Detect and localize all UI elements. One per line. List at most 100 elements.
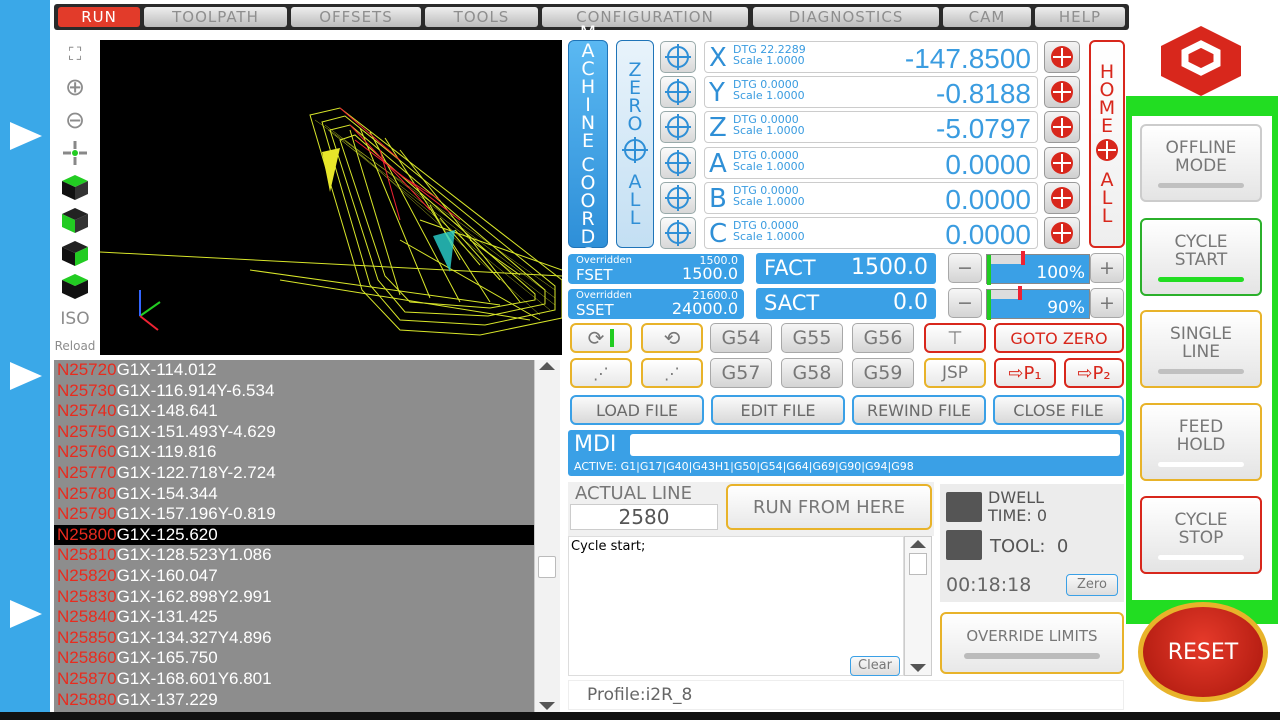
- tab-toolpath[interactable]: TOOLPATH: [144, 7, 287, 27]
- gcode-line[interactable]: N25760G1X-119.816: [54, 442, 534, 463]
- axis-dro[interactable]: A DTG 0.0000 Scale 1.0000 0.0000: [704, 146, 1038, 180]
- home-x-button[interactable]: [1044, 41, 1080, 73]
- tool-change-button[interactable]: ⊤: [924, 323, 986, 353]
- zero-b-button[interactable]: [660, 181, 696, 214]
- fit-view-icon[interactable]: ⛶: [58, 40, 92, 68]
- spindle-cw-button[interactable]: ⟳: [570, 323, 632, 353]
- gcode-line[interactable]: N25730G1X-116.914Y-6.534: [54, 381, 534, 402]
- cycle-start-button[interactable]: CYCLE START: [1140, 218, 1262, 296]
- rewind-file-button[interactable]: REWIND FILE: [852, 395, 986, 425]
- override-limits-button[interactable]: OVERRIDE LIMITS: [940, 612, 1124, 674]
- tab-offsets[interactable]: OFFSETS: [291, 7, 421, 27]
- toolpath-viewport[interactable]: [100, 40, 562, 355]
- g55-button[interactable]: G55: [781, 323, 843, 353]
- spindle-increase-button[interactable]: +: [1090, 288, 1124, 318]
- reset-button[interactable]: RESET: [1138, 602, 1268, 702]
- view-bottom-icon[interactable]: [58, 272, 92, 300]
- spindle-override-slider[interactable]: 90%: [986, 286, 1090, 320]
- jsp-button[interactable]: JSP: [924, 358, 986, 388]
- mdi-input[interactable]: [630, 434, 1120, 456]
- spindle-decrease-button[interactable]: −: [948, 288, 982, 318]
- cycle-stop-button[interactable]: CYCLE STOP: [1140, 496, 1262, 574]
- g54-button[interactable]: G54: [710, 323, 772, 353]
- console-log[interactable]: Cycle start;: [568, 536, 904, 676]
- view-front-icon[interactable]: [58, 206, 92, 234]
- view-top-icon[interactable]: [58, 173, 92, 201]
- zero-z-button[interactable]: [660, 111, 696, 144]
- goto-p1-button[interactable]: ⇨P₁: [994, 358, 1056, 388]
- pan-icon[interactable]: [58, 139, 92, 167]
- gcode-scrollbar[interactable]: [534, 360, 560, 712]
- tab-cam[interactable]: CAM: [943, 7, 1031, 27]
- gcode-line[interactable]: N25770G1X-122.718Y-2.724: [54, 463, 534, 484]
- zero-x-button[interactable]: [660, 41, 696, 73]
- view-iso-button[interactable]: ISO: [58, 305, 92, 333]
- gcode-line[interactable]: N25820G1X-160.047: [54, 566, 534, 587]
- scroll-thumb[interactable]: [909, 553, 927, 575]
- gcode-line[interactable]: N25740G1X-148.641: [54, 401, 534, 422]
- goto-p2-button[interactable]: ⇨P₂: [1064, 358, 1124, 388]
- reload-button[interactable]: Reload: [55, 332, 96, 360]
- load-file-button[interactable]: LOAD FILE: [570, 395, 704, 425]
- tab-diagnostics[interactable]: DIAGNOSTICS: [753, 7, 939, 27]
- gcode-line[interactable]: N25870G1X-168.601Y6.801: [54, 669, 534, 690]
- zero-a-button[interactable]: [660, 146, 696, 179]
- gcode-listing[interactable]: N25720G1X-114.012 N25730G1X-116.914Y-6.53…: [54, 360, 534, 712]
- gcode-line[interactable]: N25880G1X-137.229: [54, 690, 534, 711]
- scroll-up-icon[interactable]: [539, 362, 555, 370]
- coolant-flood-button[interactable]: ⋰: [570, 358, 632, 388]
- g57-button[interactable]: G57: [710, 358, 772, 388]
- spindle-ccw-button[interactable]: ⟲: [641, 323, 703, 353]
- gcode-line[interactable]: N25830G1X-162.898Y2.991: [54, 587, 534, 608]
- g59-button[interactable]: G59: [852, 358, 914, 388]
- tab-help[interactable]: HELP: [1035, 7, 1125, 27]
- zero-all-button[interactable]: ZERO ALL: [616, 40, 654, 248]
- zero-c-button[interactable]: [660, 217, 696, 249]
- home-z-button[interactable]: [1044, 111, 1080, 144]
- gcode-line[interactable]: N25780G1X-154.344: [54, 484, 534, 505]
- axis-dro[interactable]: Y DTG 0.0000 Scale 1.0000 -0.8188: [704, 76, 1038, 109]
- view-side-icon[interactable]: [58, 239, 92, 267]
- goto-zero-button[interactable]: GOTO ZERO: [994, 323, 1124, 353]
- gcode-line[interactable]: N25810G1X-128.523Y1.086: [54, 545, 534, 566]
- offline-mode-button[interactable]: OFFLINE MODE: [1140, 124, 1262, 202]
- tab-configuration[interactable]: CONFIGURATION: [542, 7, 748, 27]
- axis-dro[interactable]: B DTG 0.0000 Scale 1.0000 0.0000: [704, 181, 1038, 215]
- feed-override-slider[interactable]: 100%: [986, 251, 1090, 285]
- zero-y-button[interactable]: [660, 76, 696, 109]
- gcode-line[interactable]: N25800G1X-125.620: [54, 524, 534, 546]
- console-scrollbar[interactable]: [904, 536, 932, 676]
- home-a-button[interactable]: [1044, 146, 1080, 179]
- g56-button[interactable]: G56: [852, 323, 914, 353]
- home-y-button[interactable]: [1044, 76, 1080, 109]
- gcode-line[interactable]: N25860G1X-165.750: [54, 648, 534, 669]
- axis-dro[interactable]: C DTG 0.0000 Scale 1.0000 0.0000: [704, 217, 1038, 250]
- gcode-line[interactable]: N25850G1X-134.327Y4.896: [54, 628, 534, 649]
- zoom-in-icon[interactable]: ⊕: [58, 73, 92, 101]
- machine-coords-button[interactable]: MACHINE COORDS: [568, 24, 608, 265]
- close-file-button[interactable]: CLOSE FILE: [993, 395, 1124, 425]
- feed-increase-button[interactable]: +: [1090, 253, 1124, 283]
- scroll-down-icon[interactable]: [910, 664, 926, 672]
- scroll-up-icon[interactable]: [910, 540, 926, 548]
- coolant-mist-button[interactable]: ⋰: [641, 358, 703, 388]
- g58-button[interactable]: G58: [781, 358, 843, 388]
- clear-console-button[interactable]: Clear: [850, 656, 900, 676]
- single-line-button[interactable]: SINGLE LINE: [1140, 310, 1262, 388]
- feed-hold-button[interactable]: FEED HOLD: [1140, 403, 1262, 481]
- scroll-down-icon[interactable]: [539, 702, 555, 710]
- gcode-line[interactable]: N25790G1X-157.196Y-0.819: [54, 504, 534, 525]
- tab-run[interactable]: RUN: [58, 7, 140, 27]
- axis-dro[interactable]: Z DTG 0.0000 Scale 1.0000 -5.0797: [704, 111, 1038, 144]
- zero-timer-button[interactable]: Zero: [1066, 574, 1118, 596]
- tab-tools[interactable]: TOOLS: [425, 7, 538, 27]
- scroll-thumb[interactable]: [538, 556, 556, 578]
- edit-file-button[interactable]: EDIT FILE: [711, 395, 845, 425]
- home-c-button[interactable]: [1044, 217, 1080, 249]
- home-all-button[interactable]: HOME ALL: [1089, 40, 1125, 248]
- feed-decrease-button[interactable]: −: [948, 253, 982, 283]
- run-from-here-button[interactable]: RUN FROM HERE: [726, 484, 932, 530]
- home-b-button[interactable]: [1044, 181, 1080, 214]
- gcode-line[interactable]: N25720G1X-114.012: [54, 360, 534, 381]
- gcode-line[interactable]: N25750G1X-151.493Y-4.629: [54, 422, 534, 443]
